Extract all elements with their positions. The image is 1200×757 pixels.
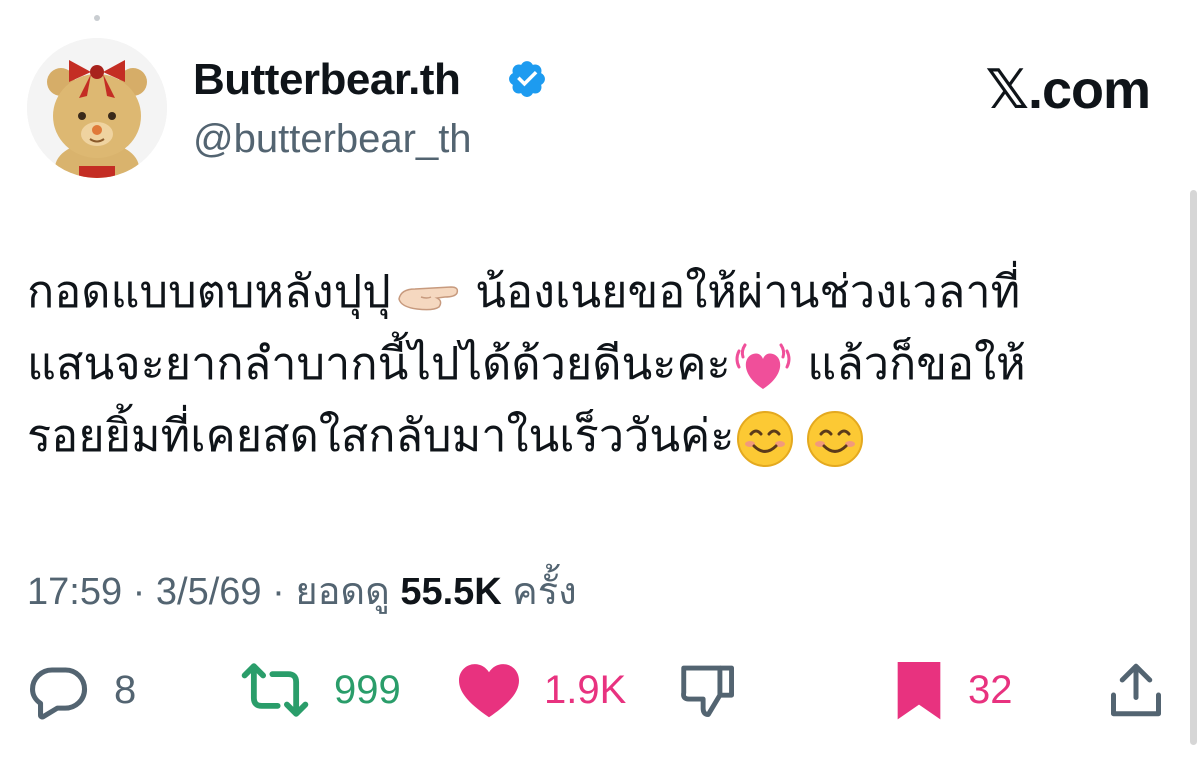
bookmark-icon [897,662,941,720]
author-handle[interactable]: @butterbear_th [193,117,472,162]
action-bar: 8 999 1.9K 32 [0,655,1200,725]
views-count: 55.5K [400,571,502,613]
meta-separator: · [261,571,296,613]
tweet-time[interactable]: 17:59 [27,571,122,613]
bear-avatar-icon [27,38,167,178]
tweet-text-segment: แสนจะยากลำบากนี้ไปได้ด้วยดีนะคะ [27,338,731,389]
hand-pointing-icon [397,286,458,311]
bookmark-button[interactable]: 32 [892,655,1013,725]
tweet-text: กอดแบบตบหลังปุปุ น้องเนยขอให้ผ่านช่วงเวล… [27,256,1167,472]
heart-icon [459,664,519,718]
tweet-line: รอยยิ้มที่เคยสดใสกลับมาในเร็ววันค่ะ [27,400,1167,472]
meta-separator: · [122,571,156,613]
tweet-line: กอดแบบตบหลังปุปุ น้องเนยขอให้ผ่านช่วงเวล… [27,256,1167,328]
retweet-icon [241,663,309,717]
reply-count: 8 [114,667,137,712]
retweet-button[interactable]: 999 [238,655,401,725]
like-button[interactable]: 1.9K [456,655,626,725]
dislike-button[interactable] [676,655,738,725]
reply-button[interactable]: 8 [28,655,136,725]
beating-heart-icon [735,343,791,390]
author-display-name[interactable]: Butterbear.th [193,55,461,105]
tweet-meta: 17:59 · 3/5/69 · ยอดดู 55.5K ครั้ง [27,560,577,621]
views-unit: ครั้ง [501,571,577,613]
share-icon [1111,663,1161,717]
reply-icon [30,667,88,720]
tweet-text-segment: แล้วก็ขอให้ [794,338,1026,389]
tweet-line: แสนจะยากลำบากนี้ไปได้ด้วยดีนะคะ แล้วก็ขอ… [27,328,1167,400]
x-brand-logo: 𝕏.com [985,60,1151,120]
tweet-text-segment: รอยยิ้มที่เคยสดใสกลับมาในเร็ววันค่ะ [27,410,735,461]
tweet-text-segment: กอดแบบตบหลังปุปุ [27,266,391,317]
verified-badge-icon [509,61,545,97]
views-label: ยอดดู [295,571,401,613]
retweet-count: 999 [334,667,401,712]
tweet-text-segment: น้องเนยขอให้ผ่านช่วงเวลาที่ [462,266,1021,317]
smiling-face-icon [737,411,794,468]
avatar[interactable] [27,38,167,178]
share-button[interactable] [1106,655,1166,725]
tweet-date[interactable]: 3/5/69 [156,571,262,613]
like-count: 1.9K [544,667,627,712]
top-indicator-dot [94,15,100,21]
smiling-face-icon [807,411,864,468]
thumbs-down-icon [681,665,734,717]
bookmark-count: 32 [968,667,1013,712]
